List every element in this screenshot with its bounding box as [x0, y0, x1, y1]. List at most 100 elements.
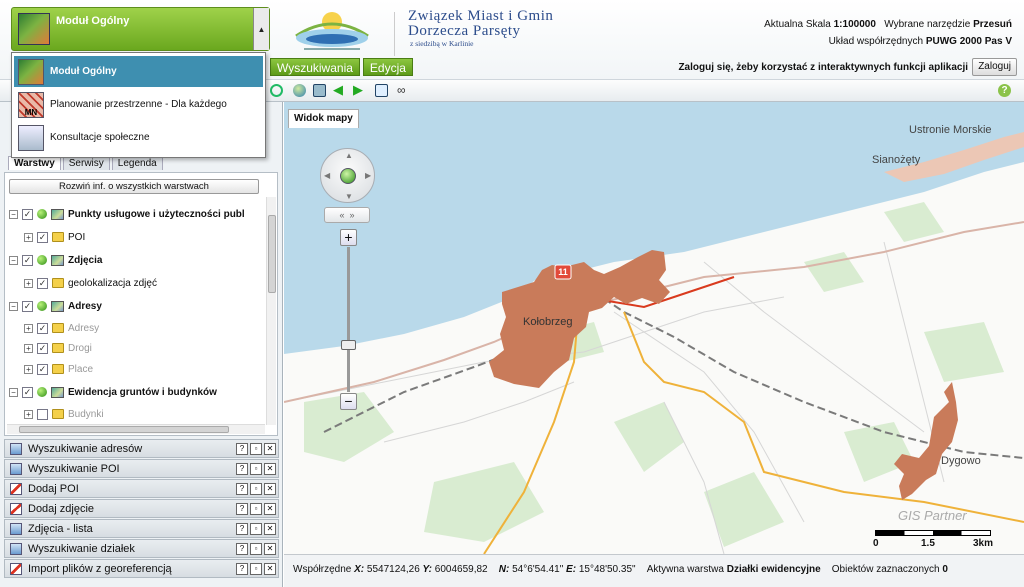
layer-checkbox[interactable] [37, 408, 48, 420]
tree-item-addresses[interactable]: + ✓ Adresy [24, 320, 99, 336]
collapse-icon[interactable]: − [9, 387, 18, 397]
tree-item-buildings[interactable]: + Budynki [24, 406, 104, 422]
menu-edit[interactable]: Edycja [362, 58, 413, 76]
window-icon[interactable]: ▫ [250, 562, 262, 575]
tab-legend[interactable]: Legenda [111, 156, 163, 170]
globe-icon[interactable] [293, 84, 306, 97]
tool-photo-list[interactable]: Zdjęcia - lista? ▫ ✕ [4, 519, 279, 538]
menu-search[interactable]: Wyszukiwania [270, 58, 360, 76]
layer-checkbox[interactable]: ✓ [22, 386, 33, 398]
expand-icon[interactable]: + [24, 409, 33, 419]
tab-services[interactable]: Serwisy [62, 156, 110, 170]
layer-checkbox[interactable]: ✓ [37, 277, 48, 289]
close-icon[interactable]: ✕ [264, 502, 276, 515]
expand-icon[interactable]: + [24, 343, 33, 353]
tool-add-poi[interactable]: Dodaj POI? ▫ ✕ [4, 479, 279, 498]
login-button[interactable]: Zaloguj [972, 58, 1017, 76]
window-icon[interactable]: ▫ [250, 462, 262, 475]
layer-checkbox[interactable]: ✓ [22, 300, 33, 312]
scroll-thumb[interactable] [19, 426, 229, 433]
tool-label: Dodaj zdjęcie [28, 502, 95, 515]
scroll-thumb[interactable] [268, 215, 276, 293]
window-icon[interactable]: ▫ [250, 522, 262, 535]
back-arrow-icon[interactable]: ◀ [333, 83, 346, 97]
layer-checkbox[interactable]: ✓ [22, 254, 33, 266]
window-icon[interactable] [375, 84, 388, 97]
layer-checkbox[interactable]: ✓ [37, 363, 48, 375]
close-icon[interactable]: ✕ [264, 442, 276, 455]
window-icon[interactable]: ▫ [250, 442, 262, 455]
window-icon[interactable]: ▫ [250, 542, 262, 555]
pan-control[interactable]: ▲ ▼ ◀ ▶ [320, 148, 375, 203]
collapse-icon[interactable]: − [9, 301, 18, 311]
zoom-extent-icon[interactable] [313, 84, 326, 97]
tree-label: Adresy [68, 322, 100, 334]
tool-parcel-search[interactable]: Wyszukiwanie działek? ▫ ✕ [4, 539, 279, 558]
layer-group-icon [51, 208, 64, 220]
expand-icon[interactable]: + [24, 364, 33, 374]
layer-checkbox[interactable]: ✓ [37, 342, 48, 354]
tool-add-photo[interactable]: Dodaj zdjęcie? ▫ ✕ [4, 499, 279, 518]
forward-arrow-icon[interactable]: ▶ [353, 83, 366, 97]
help-icon[interactable]: ? [236, 462, 248, 475]
collapse-icon[interactable]: − [9, 255, 18, 265]
tree-group-poi-services[interactable]: − ✓ Punkty usługowe i użyteczności publ [9, 206, 245, 222]
close-icon[interactable]: ✕ [264, 542, 276, 555]
module-option-general[interactable]: Moduł Ogólny [14, 56, 263, 87]
close-icon[interactable]: ✕ [264, 482, 276, 495]
window-icon[interactable]: ▫ [250, 502, 262, 515]
tree-group-land-registry[interactable]: − ✓ Ewidencja gruntów i budynków [9, 384, 217, 400]
expand-icon[interactable]: + [24, 232, 33, 242]
pan-right-icon[interactable]: ▶ [365, 171, 371, 180]
coord-system-label: Układ współrzędnych [828, 36, 924, 47]
zoom-out-icon[interactable] [270, 84, 283, 97]
help-icon[interactable]: ? [236, 502, 248, 515]
tool-address-search[interactable]: Wyszukiwanie adresów? ▫ ✕ [4, 439, 279, 458]
pan-down-icon[interactable]: ▼ [345, 192, 353, 201]
zoom-slider-handle[interactable] [341, 340, 356, 350]
collapse-icon[interactable]: − [9, 209, 18, 219]
window-icon[interactable]: ▫ [250, 482, 262, 495]
expand-all-button[interactable]: Rozwiń inf. o wszystkich warstwach [9, 179, 259, 194]
tool-import-georef[interactable]: Import plików z georeferencją? ▫ ✕ [4, 559, 279, 578]
pan-left-icon[interactable]: ◀ [324, 171, 330, 180]
module-select[interactable]: Moduł Ogólny ▲ [11, 7, 270, 51]
tree-item-photo-geoloc[interactable]: + ✓ geolokalizacja zdjęć [24, 275, 157, 291]
tab-map-view[interactable]: Widok mapy [288, 109, 359, 128]
view-history-control[interactable]: « » [324, 207, 370, 223]
module-option-consultations[interactable]: Konsultacje społeczne [14, 122, 263, 153]
pan-center-globe-icon[interactable] [340, 168, 356, 184]
help-icon[interactable]: ? [236, 542, 248, 555]
help-icon[interactable]: ? [236, 442, 248, 455]
zoom-in-button[interactable]: + [340, 229, 357, 246]
layer-checkbox[interactable]: ✓ [22, 208, 33, 220]
close-icon[interactable]: ✕ [264, 562, 276, 575]
map-view[interactable]: 11 Ustronie Morskie Sianożęty Kołobrzeg … [284, 102, 1024, 554]
module-option-planning[interactable]: MN Planowanie przestrzenne - Dla każdego [14, 89, 263, 120]
help-icon[interactable]: ? [236, 522, 248, 535]
expand-icon[interactable]: + [24, 278, 33, 288]
expand-icon[interactable]: + [24, 323, 33, 333]
tree-vertical-scrollbar[interactable] [266, 197, 276, 425]
layer-checkbox[interactable]: ✓ [37, 322, 48, 334]
help-icon[interactable]: ? [998, 84, 1011, 97]
help-icon[interactable]: ? [236, 482, 248, 495]
zoom-out-button[interactable]: − [340, 393, 357, 410]
close-icon[interactable]: ✕ [264, 462, 276, 475]
zoom-slider-track[interactable] [347, 247, 350, 392]
map-canvas[interactable] [284, 102, 1024, 554]
pan-up-icon[interactable]: ▲ [345, 151, 353, 160]
help-icon[interactable]: ? [236, 562, 248, 575]
tree-horizontal-scrollbar[interactable] [7, 424, 265, 434]
layer-checkbox[interactable]: ✓ [37, 231, 48, 243]
tab-layers[interactable]: Warstwy [8, 156, 61, 170]
tree-item-poi[interactable]: + ✓ POI [24, 229, 85, 245]
measure-icon[interactable]: ∞ [397, 84, 413, 97]
tree-group-addresses[interactable]: − ✓ Adresy [9, 298, 102, 314]
tree-item-squares[interactable]: + ✓ Place [24, 361, 93, 377]
tool-poi-search[interactable]: Wyszukiwanie POI? ▫ ✕ [4, 459, 279, 478]
dropdown-arrow-icon[interactable]: ▲ [253, 8, 269, 50]
close-icon[interactable]: ✕ [264, 522, 276, 535]
tree-group-photos[interactable]: − ✓ Zdjęcia [9, 252, 102, 268]
tree-item-roads[interactable]: + ✓ Drogi [24, 340, 92, 356]
